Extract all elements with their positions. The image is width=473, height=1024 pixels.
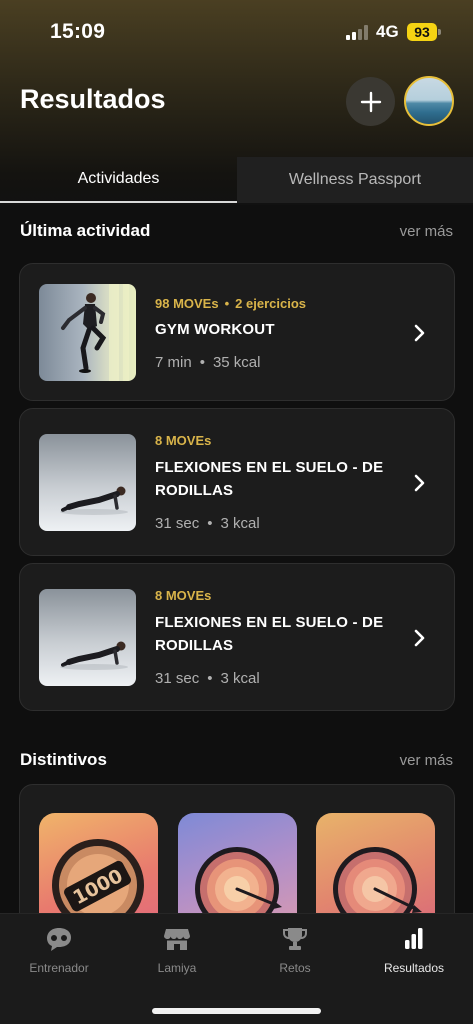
activity-thumbnail [39, 589, 136, 686]
activity-moves: 98 MOVEs • 2 ejercicios [155, 296, 306, 311]
latest-activity-see-more-link[interactable]: ver más [400, 223, 453, 240]
chevron-right-icon [414, 629, 425, 647]
chevron-right-icon [414, 474, 425, 492]
tab-wellness-passport[interactable]: Wellness Passport [237, 157, 473, 203]
activity-card[interactable]: 8 MOVEs FLEXIONES EN EL SUELO - DE RODIL… [19, 408, 455, 556]
status-bar: 15:09 4G 93 [0, 0, 473, 60]
page-title: Resultados [20, 84, 166, 114]
store-icon [164, 929, 190, 950]
nav-label: Resultados [383, 961, 445, 975]
battery-icon: 93 [407, 23, 437, 41]
network-type: 4G [376, 22, 399, 41]
plus-icon [360, 91, 381, 112]
activity-thumbnail [39, 284, 136, 381]
cellular-signal-icon [346, 24, 370, 40]
activity-meta: 31 sec • 3 kcal [155, 515, 260, 532]
activity-name: FLEXIONES EN EL SUELO - DE RODILLAS [155, 614, 384, 654]
activity-moves: 8 MOVEs [155, 588, 212, 603]
activity-moves: 8 MOVEs [155, 433, 212, 448]
latest-activity-title: Última actividad [20, 221, 151, 240]
activity-card[interactable]: 98 MOVEs • 2 ejercicios GYM WORKOUT 7 min •… [19, 263, 455, 401]
badges-title: Distintivos [20, 750, 107, 769]
activity-meta: 7 min • 35 kcal [155, 354, 261, 371]
avatar[interactable] [404, 76, 454, 126]
trophy-icon [283, 928, 307, 950]
activity-card[interactable]: 8 MOVEs FLEXIONES EN EL SUELO - DE RODIL… [19, 563, 455, 711]
activity-thumbnail [39, 434, 136, 531]
nav-item-resultados[interactable]: Resultados [355, 926, 473, 975]
activity-name: GYM WORKOUT [155, 321, 275, 338]
activity-meta: 31 sec • 3 kcal [155, 670, 260, 687]
status-time: 15:09 [50, 20, 106, 43]
chat-bubble-icon [47, 928, 71, 951]
activity-name: FLEXIONES EN EL SUELO - DE RODILLAS [155, 459, 384, 499]
battery-tip [438, 29, 441, 35]
nav-label: Entrenador [29, 961, 89, 975]
bar-chart-icon [405, 928, 423, 949]
nav-item-lamiya[interactable]: Lamiya [118, 926, 236, 975]
nav-item-retos[interactable]: Retos [236, 926, 354, 975]
badges-see-more-link[interactable]: ver más [400, 752, 453, 769]
nav-label: Retos [279, 961, 311, 975]
nav-label: Lamiya [157, 961, 197, 975]
tab-bar: Actividades Wellness Passport [0, 157, 473, 203]
nav-item-entrenador[interactable]: Entrenador [0, 926, 118, 975]
chevron-right-icon [414, 324, 425, 342]
add-button[interactable] [346, 77, 395, 126]
tab-actividades[interactable]: Actividades [0, 157, 237, 203]
home-indicator [152, 1008, 321, 1014]
